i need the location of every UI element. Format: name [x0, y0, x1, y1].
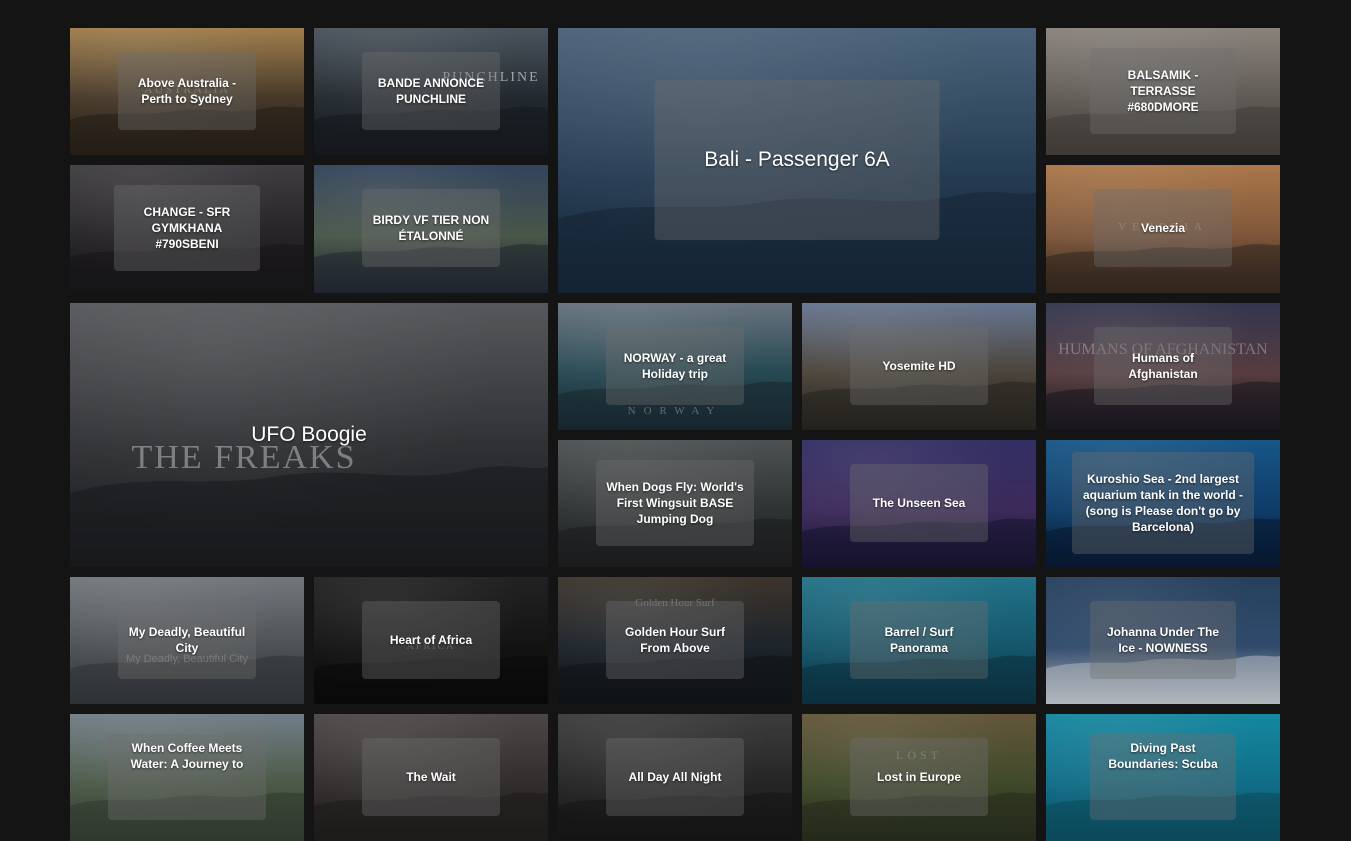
video-title: Above Australia - Perth to Sydney — [118, 52, 256, 130]
video-tile-the-unseen-sea[interactable]: The Unseen Sea — [802, 440, 1036, 567]
thumbnail-title-overlay: NORWAY — [627, 405, 723, 417]
video-title: The Wait — [362, 738, 500, 816]
video-tile-when-dogs-fly[interactable]: When Dogs Fly: World's First Wingsuit BA… — [558, 440, 792, 567]
video-tile-lost-in-europe[interactable]: LOST Lost in Europe — [802, 714, 1036, 841]
video-title: My Deadly, Beautiful City — [118, 601, 256, 679]
video-tile-all-day-all-night[interactable]: All Day All Night — [558, 714, 792, 841]
video-tile-birdy-vf-tier[interactable]: BIRDY VF TIER NON ÉTALONNÉ — [314, 165, 548, 293]
video-tile-when-coffee-meets-water[interactable]: When Coffee Meets Water: A Journey to — [70, 714, 304, 841]
video-title: Heart of Africa — [362, 601, 500, 679]
video-title: NORWAY - a great Holiday trip — [606, 327, 744, 405]
video-tile-venezia[interactable]: VENEZIA Venezia — [1046, 165, 1280, 293]
video-tile-the-wait[interactable]: The Wait — [314, 714, 548, 841]
video-title: All Day All Night — [606, 738, 744, 816]
video-title: UFO Boogie — [251, 423, 367, 446]
video-title: Kuroshio Sea - 2nd largest aquarium tank… — [1072, 452, 1254, 554]
video-tile-golden-hour-surf[interactable]: Golden Hour Surf Golden Hour Surf From A… — [558, 577, 792, 704]
video-tile-yosemite-hd[interactable]: Yosemite HD — [802, 303, 1036, 430]
video-tile-norway[interactable]: NORWAY NORWAY - a great Holiday trip — [558, 303, 792, 430]
video-tile-barrel-surf-panorama[interactable]: Barrel / Surf Panorama — [802, 577, 1036, 704]
video-title: Venezia — [1094, 189, 1232, 267]
video-title: Johanna Under The Ice - NOWNESS — [1090, 601, 1236, 679]
video-title: BANDE ANNONCE PUNCHLINE — [362, 52, 500, 130]
video-tile-ufo-boogie[interactable]: THE FREAKS UFO Boogie — [70, 303, 548, 567]
video-title: Humans of Afghanistan — [1094, 327, 1232, 405]
video-title: BALSAMIK - TERRASSE #680DMORE — [1090, 48, 1236, 134]
video-tile-diving-past-boundaries[interactable]: Diving Past Boundaries: Scuba — [1046, 714, 1280, 841]
video-tile-my-deadly-beautiful-city[interactable]: My Deadly, Beautiful City My Deadly, Bea… — [70, 577, 304, 704]
video-tile-above-australia[interactable]: AUSTRALIA Above Australia - Perth to Syd… — [70, 28, 304, 155]
video-title: Diving Past Boundaries: Scuba — [1090, 734, 1236, 820]
video-tile-johanna-under-the-ice[interactable]: Johanna Under The Ice - NOWNESS — [1046, 577, 1280, 704]
video-tile-balsamik-terrasse[interactable]: BALSAMIK - TERRASSE #680DMORE — [1046, 28, 1280, 155]
video-title: When Coffee Meets Water: A Journey to — [108, 734, 266, 820]
video-tile-kuroshio-sea[interactable]: Kuroshio Sea - 2nd largest aquarium tank… — [1046, 440, 1280, 567]
video-title: CHANGE - SFR GYMKHANA #790SBENI — [114, 185, 260, 271]
video-tile-bali-passenger-6a[interactable]: Bali - Passenger 6A — [558, 28, 1036, 293]
video-tile-bande-annonce-punchline[interactable]: PUNCHLINE BANDE ANNONCE PUNCHLINE — [314, 28, 548, 155]
video-title: Barrel / Surf Panorama — [850, 601, 988, 679]
video-tile-heart-of-africa[interactable]: AFRICA Heart of Africa — [314, 577, 548, 704]
video-title: Bali - Passenger 6A — [654, 80, 940, 240]
video-tile-humans-of-afghanistan[interactable]: HUMANS OF AFGHANISTAN Humans of Afghanis… — [1046, 303, 1280, 430]
video-tile-change-sfr-gymkhana[interactable]: CHANGE - SFR GYMKHANA #790SBENI — [70, 165, 304, 293]
video-title: Golden Hour Surf From Above — [606, 601, 744, 679]
video-title: The Unseen Sea — [850, 464, 988, 542]
video-title: Yosemite HD — [850, 327, 988, 405]
video-title: When Dogs Fly: World's First Wingsuit BA… — [596, 460, 754, 546]
video-gallery-grid: AUSTRALIA Above Australia - Perth to Syd… — [0, 0, 1351, 841]
video-title: Lost in Europe — [850, 738, 988, 816]
video-title: BIRDY VF TIER NON ÉTALONNÉ — [362, 189, 500, 267]
